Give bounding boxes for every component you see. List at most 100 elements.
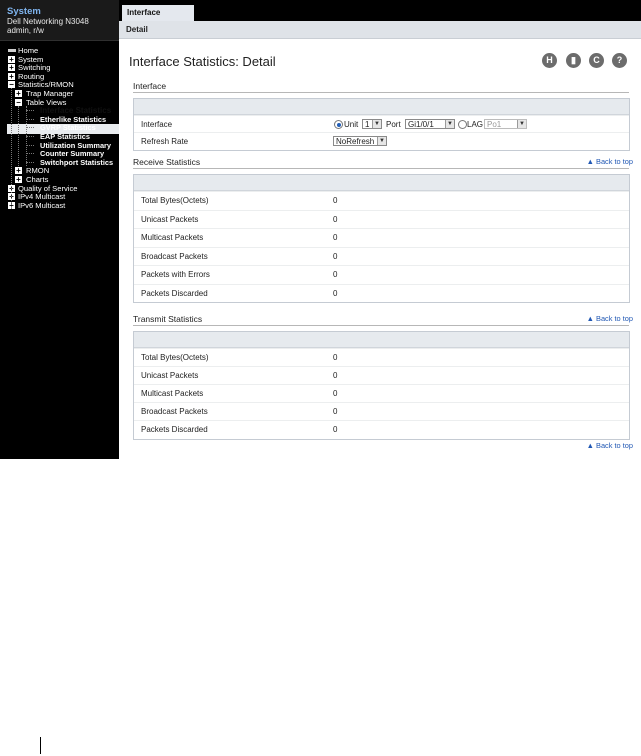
refresh-icon[interactable]: C xyxy=(589,53,604,68)
unit-radio[interactable] xyxy=(334,120,343,129)
help-icon[interactable]: ? xyxy=(612,53,627,68)
stat-row: Multicast Packets 0 xyxy=(134,384,629,403)
stat-label: Multicast Packets xyxy=(141,389,204,398)
sidebar-item-label: IPv6 Multicast xyxy=(18,200,66,210)
tree-connector xyxy=(26,144,34,146)
stat-value: 0 xyxy=(333,371,338,380)
panel-header xyxy=(134,175,629,191)
page-title: Interface Statistics: Detail xyxy=(129,54,276,69)
minus-icon[interactable]: − xyxy=(15,98,22,106)
stat-row: Total Bytes(Octets) 0 xyxy=(134,348,629,367)
save-icon[interactable]: H xyxy=(542,53,557,68)
unit-label: Unit xyxy=(344,120,359,129)
lag-label: LAG xyxy=(467,120,484,129)
stat-row: Unicast Packets 0 xyxy=(134,209,629,230)
stat-row: Broadcast Packets 0 xyxy=(134,246,629,267)
bottom-back-to-top-link[interactable]: ▲ Back to top xyxy=(587,441,633,450)
stat-row: Total Bytes(Octets) 0 xyxy=(134,191,629,211)
stat-label: Packets with Errors xyxy=(141,270,210,280)
stat-row: Packets Discarded 0 xyxy=(134,283,629,304)
stat-value: 0 xyxy=(333,214,338,224)
section-divider xyxy=(133,92,629,93)
stat-label: Packets Discarded xyxy=(141,425,208,434)
receive-section-title: Receive Statistics xyxy=(133,157,201,167)
stat-row: Packets Discarded 0 xyxy=(134,420,629,439)
back-to-top-text: Back to top xyxy=(596,157,633,166)
transmit-back-to-top-link[interactable]: ▲ Back to top xyxy=(587,314,633,323)
stat-row: Packets with Errors 0 xyxy=(134,265,629,285)
stat-row: Unicast Packets 0 xyxy=(134,366,629,385)
receive-statistics-panel: Total Bytes(Octets) 0 Unicast Packets 0 Mult… xyxy=(133,174,630,303)
panel-header xyxy=(134,99,629,115)
chevron-down-icon: ▼ xyxy=(445,120,454,128)
tree-connector xyxy=(26,153,34,155)
stat-label: Multicast Packets xyxy=(141,233,204,243)
sidebar: System Dell Networking N3048 admin, r/w … xyxy=(0,0,119,459)
refresh-rate-value: NoRefresh xyxy=(336,137,375,146)
tree-connector xyxy=(26,127,34,129)
transmit-statistics-panel: Total Bytes(Octets) 0 Unicast Packets 0 Mult… xyxy=(133,331,630,440)
receive-back-to-top-link[interactable]: ▲ Back to top xyxy=(587,157,633,166)
unit-select[interactable]: 1 ▼ xyxy=(362,119,382,129)
sidebar-title[interactable]: System xyxy=(7,6,41,17)
chevron-down-icon: ▼ xyxy=(372,120,381,128)
port-label: Port xyxy=(386,120,401,129)
plus-icon[interactable]: + xyxy=(8,64,15,72)
stat-value: 0 xyxy=(333,288,338,298)
interface-label: Interface xyxy=(141,120,173,129)
sidebar-item-ipv6-multicast[interactable]: + IPv6 Multicast xyxy=(0,201,119,210)
lag-select-value: Po1 xyxy=(487,120,502,129)
tree-connector xyxy=(26,118,34,120)
refresh-rate-label: Refresh Rate xyxy=(141,137,189,146)
stat-label: Total Bytes(Octets) xyxy=(141,196,209,206)
interface-panel: Interface Unit 1 ▼ Port Gi1/0/1 ▼ LAG Po… xyxy=(133,98,630,151)
tree-connector xyxy=(11,88,12,209)
page-margin-mark xyxy=(40,737,41,754)
subtab-detail[interactable]: Detail xyxy=(126,25,148,34)
sub-tab-bar: Detail xyxy=(119,21,641,39)
tree-connector xyxy=(26,110,34,112)
tab-interface-statistics[interactable]: Interface Statistics xyxy=(122,5,194,33)
unit-select-value: 1 xyxy=(365,120,370,129)
section-divider xyxy=(133,325,629,326)
print-icon[interactable]: ▮ xyxy=(566,53,581,68)
main-area: Interface Statistics Detail Interface St… xyxy=(119,0,641,459)
stat-value: 0 xyxy=(333,389,338,398)
tree-connector xyxy=(26,106,27,167)
lag-select[interactable]: Po1 ▼ xyxy=(484,119,527,129)
tree-connector xyxy=(26,161,34,163)
chevron-down-icon: ▼ xyxy=(377,137,386,145)
tree-connector xyxy=(26,136,34,137)
tree-connector xyxy=(18,105,19,166)
stat-label: Total Bytes(Octets) xyxy=(141,353,209,362)
lag-radio[interactable] xyxy=(458,120,467,129)
home-icon[interactable] xyxy=(8,49,16,52)
stat-value: 0 xyxy=(333,251,338,261)
stat-value: 0 xyxy=(333,233,338,243)
stat-label: Unicast Packets xyxy=(141,214,199,224)
panel-header xyxy=(134,332,629,348)
plus-icon[interactable]: + xyxy=(8,55,15,63)
device-name: Dell Networking N3048 xyxy=(7,17,89,26)
stat-row: Broadcast Packets 0 xyxy=(134,402,629,421)
minus-icon[interactable]: − xyxy=(8,81,15,89)
refresh-rate-select[interactable]: NoRefresh ▼ xyxy=(333,136,387,146)
stat-label: Broadcast Packets xyxy=(141,407,208,416)
stat-value: 0 xyxy=(333,196,338,206)
plus-icon[interactable]: + xyxy=(8,72,15,80)
plus-icon[interactable]: + xyxy=(15,90,22,98)
refresh-rate-row: Refresh Rate NoRefresh ▼ xyxy=(134,132,629,150)
stat-label: Broadcast Packets xyxy=(141,251,208,261)
transmit-section-title: Transmit Statistics xyxy=(133,314,203,324)
stat-value: 0 xyxy=(333,407,338,416)
port-select[interactable]: Gi1/0/1 ▼ xyxy=(405,119,455,129)
stat-value: 0 xyxy=(333,270,338,280)
stat-value: 0 xyxy=(333,425,338,434)
stat-row: Multicast Packets 0 xyxy=(134,228,629,248)
plus-icon[interactable]: + xyxy=(15,167,22,175)
interface-row: Interface Unit 1 ▼ Port Gi1/0/1 ▼ LAG Po… xyxy=(134,115,629,133)
content-area: Interface Statistics: Detail H ▮ C ? Int… xyxy=(119,39,641,459)
plus-icon[interactable]: + xyxy=(15,176,22,184)
top-tab-bar: Interface Statistics xyxy=(119,0,641,33)
back-to-top-text: Back to top xyxy=(596,441,633,450)
